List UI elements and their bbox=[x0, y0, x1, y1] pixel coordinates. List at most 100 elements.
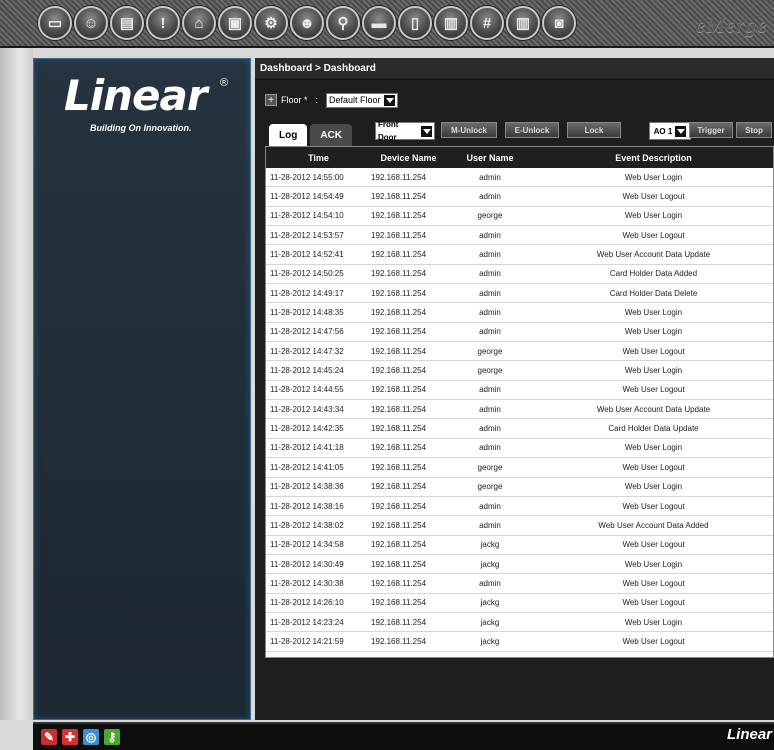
reports-button[interactable]: ▥ bbox=[434, 6, 468, 40]
id-card-button[interactable]: ▤ bbox=[110, 6, 144, 40]
cell-event-description: Web User Logout bbox=[622, 540, 685, 550]
door-button[interactable]: ⌂ bbox=[182, 6, 216, 40]
table-row[interactable]: 11-28-2012 14:41:05 192.168.11.254 george W… bbox=[266, 458, 773, 478]
document-button[interactable]: ▯ bbox=[398, 6, 432, 40]
table-row[interactable]: 11-28-2012 14:55:00 192.168.11.254 admin We… bbox=[266, 168, 773, 188]
floor-select[interactable]: Default Floor bbox=[326, 92, 398, 108]
add-floor-button[interactable]: + bbox=[265, 94, 277, 106]
cell-user-name: jackg bbox=[480, 540, 500, 550]
cell-event-description: Web User Login bbox=[624, 617, 683, 627]
cell-user-name: admin bbox=[479, 385, 501, 395]
table-row[interactable]: 11-28-2012 14:47:56 192.168.11.254 admin We… bbox=[266, 323, 773, 343]
cell-time: 11-28-2012 14:50:25 bbox=[270, 269, 344, 279]
tab-log[interactable]: Log bbox=[269, 124, 308, 146]
floor-colon: : bbox=[315, 95, 319, 105]
table-row[interactable]: 11-28-2012 14:34:58 192.168.11.254 jackg We… bbox=[266, 536, 773, 555]
ao-select[interactable]: AO 1 bbox=[649, 122, 691, 140]
lock-button[interactable]: Lock bbox=[567, 122, 621, 138]
table-row[interactable]: 11-28-2012 14:54:49 192.168.11.254 admin We… bbox=[266, 187, 773, 207]
network-button[interactable]: ⚲ bbox=[326, 6, 360, 40]
cell-user-name: admin bbox=[479, 520, 501, 530]
floor-select-value: Default Floor bbox=[329, 94, 381, 105]
users-icon: ☺ bbox=[83, 14, 99, 32]
door-select[interactable]: Front Door bbox=[375, 120, 435, 142]
cell-device-name: 192.168.11.254 bbox=[371, 346, 427, 356]
cell-event-description: Web User Login bbox=[624, 172, 683, 182]
cell-device-name: 192.168.11.254 bbox=[371, 192, 427, 202]
cell-event-description: Web User Login bbox=[624, 559, 683, 569]
e-unlock-button[interactable]: E-Unlock bbox=[505, 122, 559, 138]
table-row[interactable]: 11-28-2012 14:23:24 192.168.11.254 jackg We… bbox=[266, 613, 773, 633]
cell-event-description: Web User Login bbox=[624, 308, 683, 318]
table-row[interactable]: 11-28-2012 14:47:32 192.168.11.254 george W… bbox=[266, 342, 773, 362]
cell-time: 11-28-2012 14:54:10 bbox=[270, 211, 344, 221]
col-time[interactable]: Time bbox=[266, 153, 371, 163]
table-row[interactable]: 11-28-2012 14:44:55 192.168.11.254 admin We… bbox=[266, 381, 773, 401]
cell-time: 11-28-2012 14:38:36 bbox=[270, 482, 344, 492]
col-user-name[interactable]: User Name bbox=[446, 153, 534, 163]
registered-mark: ® bbox=[220, 77, 229, 89]
chevron-down-icon bbox=[675, 125, 687, 137]
table-row[interactable]: 11-28-2012 14:42:35 192.168.11.254 admin Ca… bbox=[266, 419, 773, 439]
tab-ack[interactable]: ACK bbox=[310, 124, 352, 146]
cell-device-name: 192.168.11.254 bbox=[371, 520, 427, 530]
table-row[interactable]: 11-28-2012 14:45:24 192.168.11.254 george W… bbox=[266, 361, 773, 381]
cell-time: 11-28-2012 14:41:18 bbox=[270, 443, 344, 453]
cell-time: 11-28-2012 14:47:32 bbox=[270, 346, 344, 356]
table-row[interactable]: 11-28-2012 14:53:57 192.168.11.254 admin We… bbox=[266, 226, 773, 246]
table-row[interactable]: 11-28-2012 14:52:41 192.168.11.254 admin We… bbox=[266, 245, 773, 265]
table-row[interactable]: 11-28-2012 14:38:02 192.168.11.254 admin We… bbox=[266, 516, 773, 536]
tools-icon[interactable]: ✎ bbox=[41, 729, 57, 745]
cell-event-description: Web User Login bbox=[624, 482, 683, 492]
cell-event-description: Web User Login bbox=[624, 327, 683, 337]
table-row[interactable]: 11-28-2012 14:41:18 192.168.11.254 admin We… bbox=[266, 439, 773, 459]
cell-device-name: 192.168.11.254 bbox=[371, 211, 427, 221]
trigger-button[interactable]: Trigger bbox=[689, 122, 733, 138]
cell-event-description: Web User Account Data Update bbox=[596, 250, 711, 260]
cell-time: 11-28-2012 14:55:00 bbox=[270, 172, 344, 182]
table-row[interactable]: 11-28-2012 14:38:16 192.168.11.254 admin We… bbox=[266, 497, 773, 517]
alert-button[interactable]: ! bbox=[146, 6, 180, 40]
access-button[interactable]: ▣ bbox=[218, 6, 252, 40]
table-row[interactable]: 11-28-2012 14:38:36 192.168.11.254 george W… bbox=[266, 478, 773, 497]
stop-button[interactable]: Stop bbox=[736, 122, 772, 138]
cell-event-description: Web User Login bbox=[624, 443, 683, 453]
table-row[interactable]: 11-28-2012 14:50:25 192.168.11.254 admin Ca… bbox=[266, 265, 773, 285]
table-row[interactable]: 11-28-2012 14:49:17 192.168.11.254 admin Ca… bbox=[266, 284, 773, 304]
cell-device-name: 192.168.11.254 bbox=[371, 424, 427, 434]
tagline: Building On Innovation. bbox=[90, 123, 192, 133]
cell-event-description: Web User Logout bbox=[622, 192, 685, 202]
sidebar: Linear ® Building On Innovation. bbox=[33, 58, 251, 720]
cell-device-name: 192.168.11.254 bbox=[371, 269, 427, 279]
table-row[interactable]: 11-28-2012 14:30:38 192.168.11.254 admin We… bbox=[266, 574, 773, 594]
monitor-button[interactable]: ▭ bbox=[38, 6, 72, 40]
panel-button[interactable]: ◙ bbox=[542, 6, 576, 40]
m-unlock-button[interactable]: M-Unlock bbox=[441, 122, 497, 138]
alert-icon: ! bbox=[160, 14, 166, 32]
medical-cross-icon[interactable]: ✚ bbox=[62, 729, 78, 745]
users-button[interactable]: ☺ bbox=[74, 6, 108, 40]
cell-event-description: Card Holder Data Update bbox=[608, 424, 699, 434]
storage-button[interactable]: ▬ bbox=[362, 6, 396, 40]
table-row[interactable]: 11-28-2012 14:30:49 192.168.11.254 jackg We… bbox=[266, 555, 773, 575]
table-row[interactable]: 11-28-2012 14:26:10 192.168.11.254 jackg We… bbox=[266, 594, 773, 613]
table-row[interactable]: 11-28-2012 14:43:34 192.168.11.254 admin We… bbox=[266, 400, 773, 420]
table-row[interactable]: 11-28-2012 14:21:59 192.168.11.254 jackg We… bbox=[266, 632, 773, 652]
table-row[interactable]: 11-28-2012 14:48:35 192.168.11.254 admin We… bbox=[266, 303, 773, 323]
panel-icon: ◙ bbox=[554, 14, 564, 32]
settings-button[interactable]: ⚙ bbox=[254, 6, 288, 40]
col-event-description[interactable]: Event Description bbox=[534, 153, 773, 163]
keypad-button[interactable]: # bbox=[470, 6, 504, 40]
col-device-name[interactable]: Device Name bbox=[371, 153, 446, 163]
cell-event-description: Web User Login bbox=[624, 366, 683, 376]
cell-user-name: admin bbox=[479, 501, 501, 511]
key-icon[interactable]: ⚷ bbox=[104, 729, 120, 745]
table-row[interactable]: 11-28-2012 14:54:10 192.168.11.254 george W… bbox=[266, 207, 773, 227]
cell-user-name: jackg bbox=[480, 617, 500, 627]
building-button[interactable]: ▥ bbox=[506, 6, 540, 40]
globe-icon[interactable]: ◎ bbox=[83, 729, 99, 745]
top-toolbar: eMerge ▭ ☺ ▤! ⌂ ▣ ⚙ ☻ ⚲ ▬ ▯ ▥ # ▥ ◙ bbox=[0, 0, 774, 48]
user-access-button[interactable]: ☻ bbox=[290, 6, 324, 40]
cell-device-name: 192.168.11.254 bbox=[371, 404, 427, 414]
cell-user-name: george bbox=[477, 211, 503, 221]
